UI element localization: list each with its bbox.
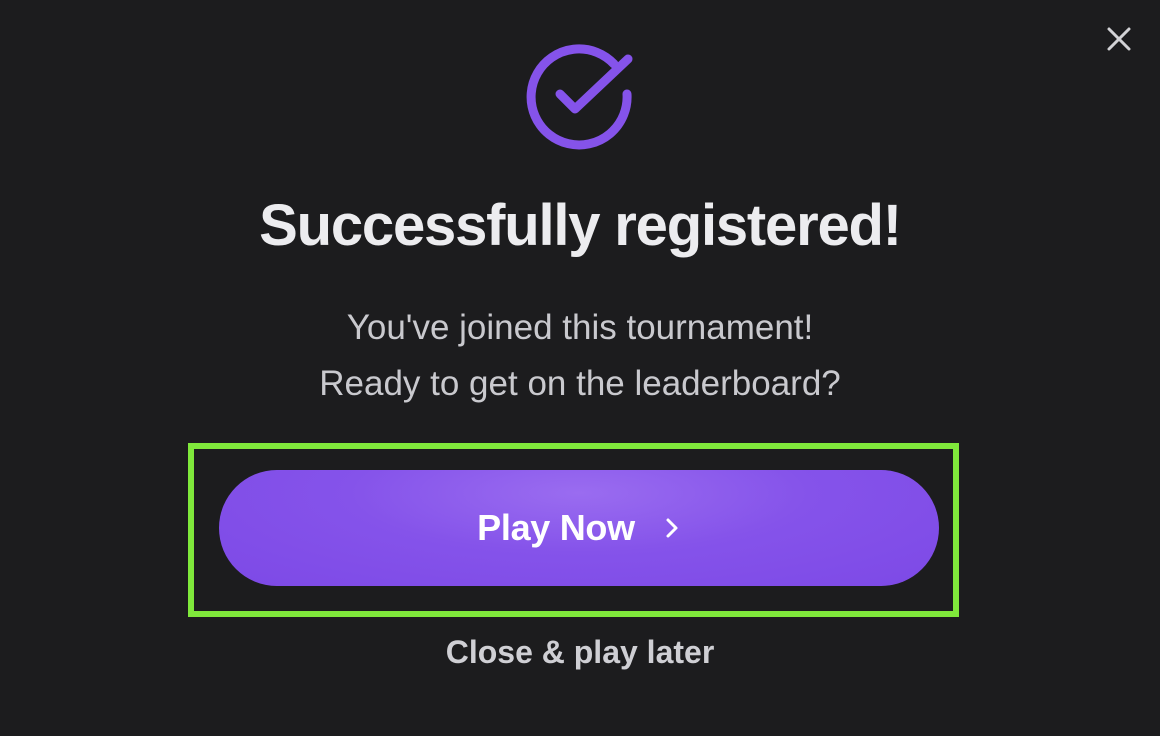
close-and-play-later-link[interactable]: Close & play later (0, 632, 1160, 672)
close-button[interactable] (1100, 20, 1138, 58)
message-line-2: Ready to get on the leaderboard? (319, 364, 841, 403)
play-now-button[interactable]: Play Now (219, 470, 939, 586)
play-now-label: Play Now (477, 507, 635, 548)
chevron-right-icon (663, 516, 681, 540)
message-line-1: You've joined this tournament! (346, 308, 814, 347)
modal-title: Successfully registered! (259, 193, 902, 258)
registration-success-modal: Successfully registered! You've joined t… (0, 0, 1160, 736)
check-circle-icon (524, 42, 634, 152)
close-icon (1107, 27, 1131, 51)
